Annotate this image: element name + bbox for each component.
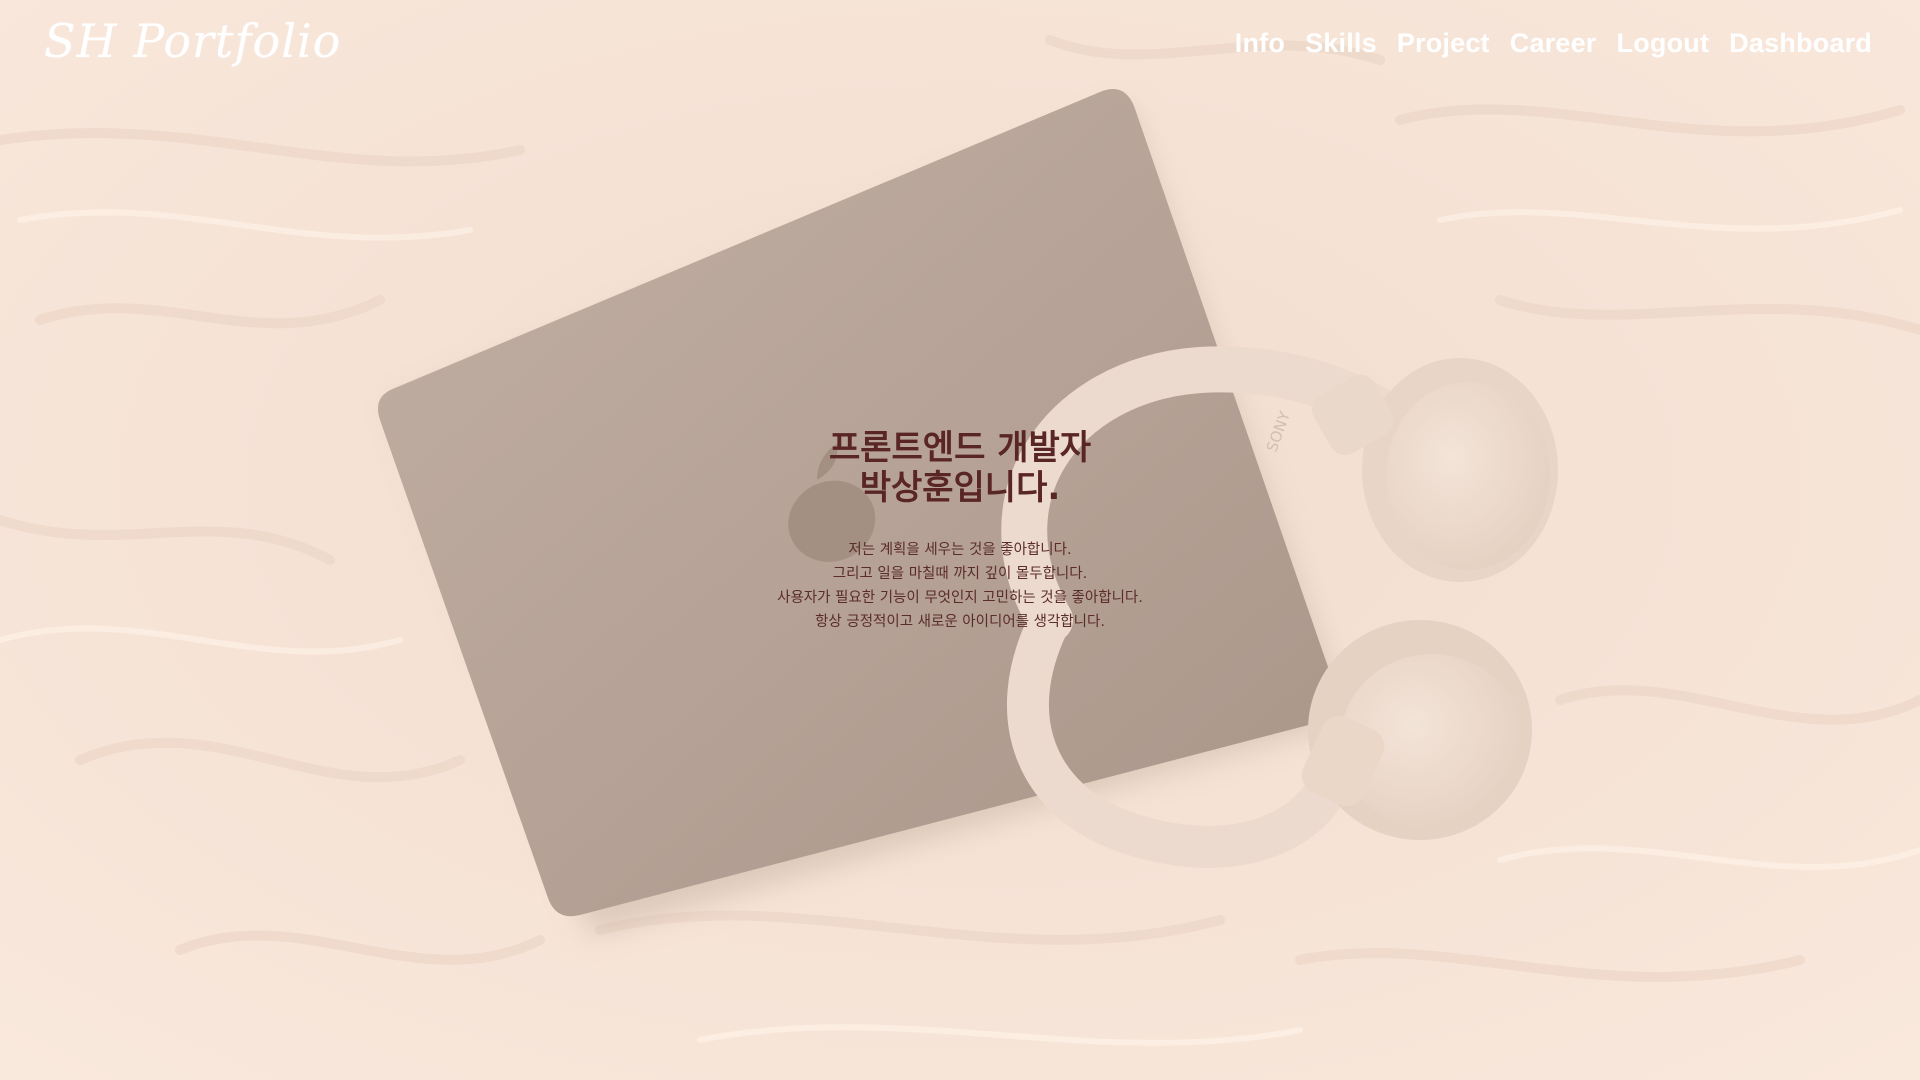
hero-description-line: 저는 계획을 세우는 것을 좋아합니다. bbox=[848, 542, 1072, 558]
hero-title-line-2: 박상훈입니다. bbox=[859, 468, 1061, 508]
hero-title: 프론트엔드 개발자 박상훈입니다. bbox=[660, 428, 1260, 508]
nav-skills-link[interactable]: Skills bbox=[1305, 28, 1377, 59]
nav-logout-link[interactable]: Logout bbox=[1617, 28, 1710, 59]
hero-description: 저는 계획을 세우는 것을 좋아합니다. 그리고 일을 마칠때 까지 깊이 몰두… bbox=[660, 538, 1260, 634]
brand-logo[interactable]: SH Portfolio bbox=[44, 14, 341, 68]
hero-description-line: 사용자가 필요한 기능이 무엇인지 고민하는 것을 좋아합니다. bbox=[777, 590, 1143, 606]
hero-intro: 프론트엔드 개발자 박상훈입니다. 저는 계획을 세우는 것을 좋아합니다. 그… bbox=[660, 428, 1260, 634]
hero-description-line: 항상 긍정적이고 새로운 아이디어를 생각합니다. bbox=[815, 614, 1105, 630]
top-nav: Info Skills Project Career Logout Dashbo… bbox=[1235, 28, 1872, 59]
nav-info-link[interactable]: Info bbox=[1235, 28, 1285, 59]
nav-dashboard-link[interactable]: Dashboard bbox=[1729, 28, 1872, 59]
hero-title-line-1: 프론트엔드 개발자 bbox=[828, 428, 1092, 468]
hero-description-line: 그리고 일을 마칠때 까지 깊이 몰두합니다. bbox=[832, 566, 1088, 582]
nav-project-link[interactable]: Project bbox=[1397, 28, 1490, 59]
nav-career-link[interactable]: Career bbox=[1510, 28, 1597, 59]
